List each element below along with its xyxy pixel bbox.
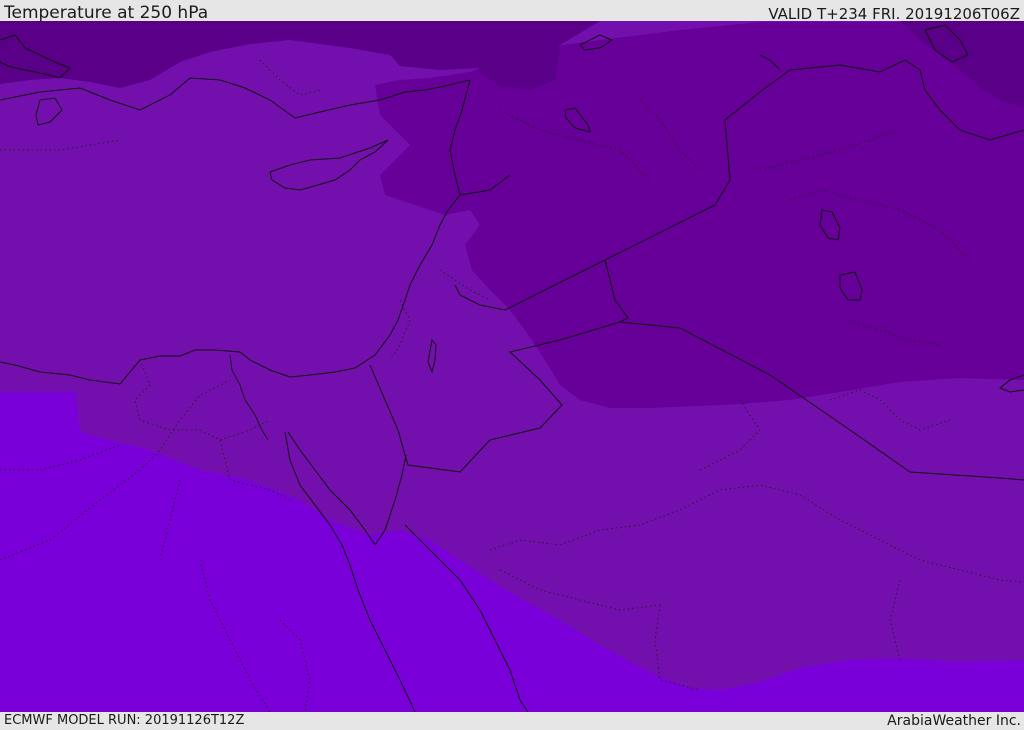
footer-bar: ECMWF MODEL RUN: 20191126T12Z ArabiaWeat… bbox=[0, 712, 1024, 729]
map-canvas bbox=[0, 21, 1024, 712]
header-bar: Temperature at 250 hPa VALID T+234 FRI. … bbox=[0, 0, 1024, 23]
credit: ArabiaWeather Inc. bbox=[887, 713, 1021, 729]
model-run: ECMWF MODEL RUN: 20191126T12Z bbox=[4, 713, 245, 728]
temperature-map[interactable] bbox=[0, 21, 1024, 712]
